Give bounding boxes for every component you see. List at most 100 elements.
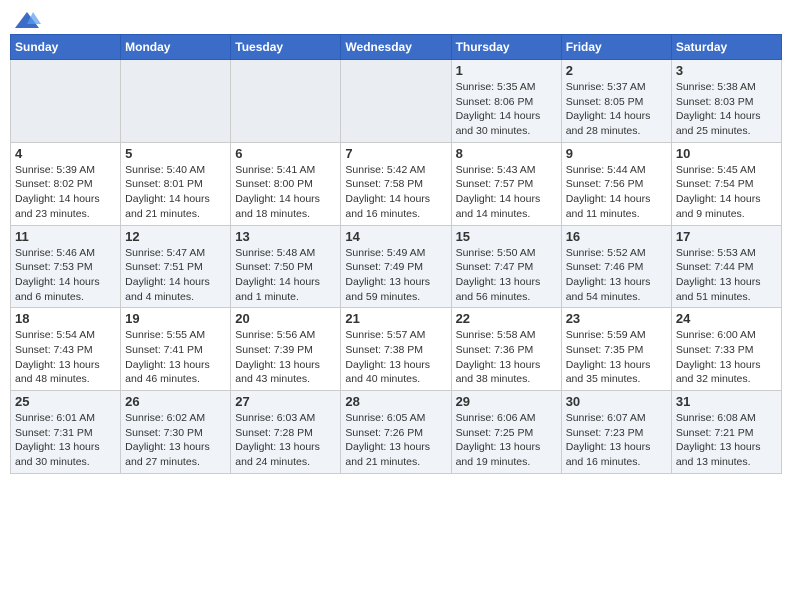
day-number: 28 (345, 394, 446, 409)
day-number: 16 (566, 229, 667, 244)
calendar-row: 18Sunrise: 5:54 AM Sunset: 7:43 PM Dayli… (11, 308, 782, 391)
day-info: Sunrise: 5:52 AM Sunset: 7:46 PM Dayligh… (566, 246, 667, 305)
calendar-cell: 16 Sunrise: 5:52 AM Sunset: 7:46 PM Dayli… (561, 225, 671, 308)
day-info: Sunrise: 6:03 AM Sunset: 7:28 PM Dayligh… (235, 411, 336, 470)
calendar-cell: 10 Sunrise: 5:45 AM Sunset: 7:54 PM Dayli… (671, 142, 781, 225)
day-info: Sunrise: 5:38 AM Sunset: 8:03 PM Dayligh… (676, 80, 777, 139)
day-number: 20 (235, 311, 336, 326)
calendar-cell: 8 Sunrise: 5:43 AM Sunset: 7:57 PM Daylig… (451, 142, 561, 225)
day-number: 11 (15, 229, 116, 244)
day-info: Sunrise: 5:40 AM Sunset: 8:01 PM Dayligh… (125, 163, 226, 222)
day-info: Sunrise: 5:59 AM Sunset: 7:35 PM Dayligh… (566, 328, 667, 387)
calendar-cell: 12 Sunrise: 5:47 AM Sunset: 7:51 PM Dayli… (121, 225, 231, 308)
calendar-row: 1 Sunrise: 5:35 AM Sunset: 8:06 PM Daylig… (11, 60, 782, 143)
day-number: 1 (456, 63, 557, 78)
day-number: 5 (125, 146, 226, 161)
calendar-cell (231, 60, 341, 143)
calendar-table: SundayMondayTuesdayWednesdayThursdayFrid… (10, 34, 782, 474)
calendar-cell: 31Sunrise: 6:08 AM Sunset: 7:21 PM Dayli… (671, 391, 781, 474)
calendar-cell: 1 Sunrise: 5:35 AM Sunset: 8:06 PM Daylig… (451, 60, 561, 143)
day-info: Sunrise: 5:45 AM Sunset: 7:54 PM Dayligh… (676, 163, 777, 222)
day-number: 26 (125, 394, 226, 409)
day-number: 7 (345, 146, 446, 161)
day-info: Sunrise: 5:50 AM Sunset: 7:47 PM Dayligh… (456, 246, 557, 305)
calendar-cell: 5 Sunrise: 5:40 AM Sunset: 8:01 PM Daylig… (121, 142, 231, 225)
weekday-header: Thursday (451, 35, 561, 60)
day-number: 8 (456, 146, 557, 161)
day-number: 2 (566, 63, 667, 78)
day-info: Sunrise: 5:56 AM Sunset: 7:39 PM Dayligh… (235, 328, 336, 387)
day-info: Sunrise: 6:00 AM Sunset: 7:33 PM Dayligh… (676, 328, 777, 387)
day-number: 14 (345, 229, 446, 244)
calendar-cell: 2 Sunrise: 5:37 AM Sunset: 8:05 PM Daylig… (561, 60, 671, 143)
calendar-cell: 27Sunrise: 6:03 AM Sunset: 7:28 PM Dayli… (231, 391, 341, 474)
day-number: 30 (566, 394, 667, 409)
weekday-header: Wednesday (341, 35, 451, 60)
day-info: Sunrise: 5:42 AM Sunset: 7:58 PM Dayligh… (345, 163, 446, 222)
calendar-cell (11, 60, 121, 143)
calendar-row: 25Sunrise: 6:01 AM Sunset: 7:31 PM Dayli… (11, 391, 782, 474)
page-header (10, 10, 782, 28)
day-info: Sunrise: 5:47 AM Sunset: 7:51 PM Dayligh… (125, 246, 226, 305)
calendar-cell: 4 Sunrise: 5:39 AM Sunset: 8:02 PM Daylig… (11, 142, 121, 225)
weekday-header: Friday (561, 35, 671, 60)
day-number: 4 (15, 146, 116, 161)
day-info: Sunrise: 5:39 AM Sunset: 8:02 PM Dayligh… (15, 163, 116, 222)
calendar-cell: 13 Sunrise: 5:48 AM Sunset: 7:50 PM Dayli… (231, 225, 341, 308)
calendar-cell: 28Sunrise: 6:05 AM Sunset: 7:26 PM Dayli… (341, 391, 451, 474)
day-info: Sunrise: 5:53 AM Sunset: 7:44 PM Dayligh… (676, 246, 777, 305)
day-info: Sunrise: 5:49 AM Sunset: 7:49 PM Dayligh… (345, 246, 446, 305)
calendar-cell: 22 Sunrise: 5:58 AM Sunset: 7:36 PM Dayli… (451, 308, 561, 391)
calendar-cell: 23 Sunrise: 5:59 AM Sunset: 7:35 PM Dayli… (561, 308, 671, 391)
day-number: 6 (235, 146, 336, 161)
calendar-cell: 18Sunrise: 5:54 AM Sunset: 7:43 PM Dayli… (11, 308, 121, 391)
day-info: Sunrise: 6:02 AM Sunset: 7:30 PM Dayligh… (125, 411, 226, 470)
calendar-header-row: SundayMondayTuesdayWednesdayThursdayFrid… (11, 35, 782, 60)
day-info: Sunrise: 5:37 AM Sunset: 8:05 PM Dayligh… (566, 80, 667, 139)
day-number: 10 (676, 146, 777, 161)
calendar-cell: 7 Sunrise: 5:42 AM Sunset: 7:58 PM Daylig… (341, 142, 451, 225)
day-number: 22 (456, 311, 557, 326)
day-info: Sunrise: 5:48 AM Sunset: 7:50 PM Dayligh… (235, 246, 336, 305)
day-info: Sunrise: 5:58 AM Sunset: 7:36 PM Dayligh… (456, 328, 557, 387)
calendar-cell: 15 Sunrise: 5:50 AM Sunset: 7:47 PM Dayli… (451, 225, 561, 308)
day-number: 24 (676, 311, 777, 326)
calendar-cell: 24 Sunrise: 6:00 AM Sunset: 7:33 PM Dayli… (671, 308, 781, 391)
day-info: Sunrise: 5:44 AM Sunset: 7:56 PM Dayligh… (566, 163, 667, 222)
day-number: 9 (566, 146, 667, 161)
calendar-cell: 11 Sunrise: 5:46 AM Sunset: 7:53 PM Dayli… (11, 225, 121, 308)
weekday-header: Tuesday (231, 35, 341, 60)
calendar-cell (341, 60, 451, 143)
day-number: 19 (125, 311, 226, 326)
calendar-row: 4 Sunrise: 5:39 AM Sunset: 8:02 PM Daylig… (11, 142, 782, 225)
day-number: 12 (125, 229, 226, 244)
calendar-cell: 19 Sunrise: 5:55 AM Sunset: 7:41 PM Dayli… (121, 308, 231, 391)
calendar-cell: 29 Sunrise: 6:06 AM Sunset: 7:25 PM Dayli… (451, 391, 561, 474)
day-number: 15 (456, 229, 557, 244)
calendar-cell (121, 60, 231, 143)
day-info: Sunrise: 5:55 AM Sunset: 7:41 PM Dayligh… (125, 328, 226, 387)
day-number: 29 (456, 394, 557, 409)
day-number: 18 (15, 311, 116, 326)
weekday-header: Sunday (11, 35, 121, 60)
logo (10, 10, 41, 28)
day-info: Sunrise: 5:35 AM Sunset: 8:06 PM Dayligh… (456, 80, 557, 139)
day-info: Sunrise: 5:57 AM Sunset: 7:38 PM Dayligh… (345, 328, 446, 387)
calendar-cell: 21Sunrise: 5:57 AM Sunset: 7:38 PM Dayli… (341, 308, 451, 391)
day-info: Sunrise: 6:08 AM Sunset: 7:21 PM Dayligh… (676, 411, 777, 470)
day-number: 13 (235, 229, 336, 244)
weekday-header: Saturday (671, 35, 781, 60)
calendar-cell: 17 Sunrise: 5:53 AM Sunset: 7:44 PM Dayli… (671, 225, 781, 308)
day-info: Sunrise: 6:06 AM Sunset: 7:25 PM Dayligh… (456, 411, 557, 470)
day-info: Sunrise: 5:46 AM Sunset: 7:53 PM Dayligh… (15, 246, 116, 305)
day-number: 17 (676, 229, 777, 244)
calendar-cell: 3Sunrise: 5:38 AM Sunset: 8:03 PM Daylig… (671, 60, 781, 143)
day-number: 23 (566, 311, 667, 326)
day-number: 25 (15, 394, 116, 409)
calendar-row: 11 Sunrise: 5:46 AM Sunset: 7:53 PM Dayli… (11, 225, 782, 308)
day-info: Sunrise: 5:43 AM Sunset: 7:57 PM Dayligh… (456, 163, 557, 222)
logo-icon (13, 10, 41, 32)
weekday-header: Monday (121, 35, 231, 60)
calendar-cell: 20 Sunrise: 5:56 AM Sunset: 7:39 PM Dayli… (231, 308, 341, 391)
calendar-cell: 25Sunrise: 6:01 AM Sunset: 7:31 PM Dayli… (11, 391, 121, 474)
